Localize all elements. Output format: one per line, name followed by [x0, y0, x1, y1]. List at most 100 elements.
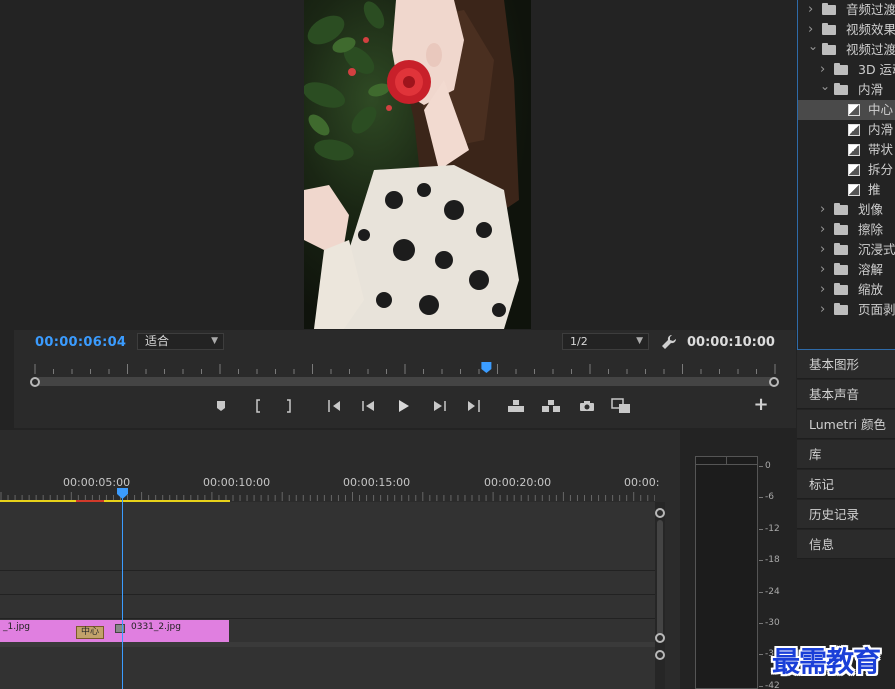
transport-controls — [210, 396, 640, 416]
chevron-right-icon[interactable]: › — [808, 0, 813, 20]
marker-icon — [217, 401, 225, 411]
timeline-ticks — [0, 492, 655, 502]
monitor-time-ruler[interactable] — [30, 360, 778, 377]
scrollbar-left-handle[interactable] — [30, 377, 40, 387]
folder-icon — [822, 23, 836, 35]
go-to-in-icon — [328, 400, 340, 412]
effects-tree-item-label: 带状 — [868, 142, 894, 157]
timeline-clip[interactable]: 0331_2.jpg — [111, 620, 229, 642]
lift-button[interactable] — [505, 396, 527, 416]
db-tick — [759, 591, 763, 593]
effects-tree-item[interactable]: 内滑 — [798, 120, 895, 140]
scrollbar-top-handle[interactable] — [655, 650, 665, 660]
effects-tree-item[interactable]: ⌄ 视频过渡 — [798, 40, 895, 60]
track-divider — [0, 642, 655, 647]
db-tick — [759, 466, 763, 467]
lift-icon — [508, 400, 524, 412]
go-to-in-button[interactable] — [324, 396, 346, 416]
folder-icon — [834, 283, 848, 295]
effects-tree-item-label: 溶解 — [858, 262, 884, 277]
effects-tree-item-label: 音频过渡 — [846, 2, 895, 17]
effects-tree-item-label: 内滑 — [868, 122, 894, 137]
chevron-right-icon[interactable]: › — [820, 240, 825, 260]
chevron-down-icon[interactable]: ⌄ — [820, 80, 830, 96]
effects-tree-item[interactable]: › 溶解 — [798, 260, 895, 280]
chevron-right-icon[interactable]: › — [820, 60, 825, 80]
video-frame[interactable] — [304, 0, 531, 329]
button-editor-add-button[interactable]: + — [752, 396, 770, 415]
effects-tree-item[interactable]: › 擦除 — [798, 220, 895, 240]
chevron-down-icon: ▼ — [211, 336, 218, 346]
add-marker-button[interactable] — [210, 396, 232, 416]
timeline-panel: 00:00:05:00 00:00:10:00 00:00:15:00 00:0… — [0, 430, 680, 689]
step-back-button[interactable] — [358, 396, 380, 416]
effects-tree-item[interactable]: › 划像 — [798, 200, 895, 220]
step-back-icon — [362, 401, 374, 411]
effects-tree-item[interactable]: ⌄ 内滑 — [798, 80, 895, 100]
clip-name: 0331_2.jpg — [131, 622, 181, 632]
effects-tree-item[interactable]: › 视频效果 — [798, 20, 895, 40]
panel-history[interactable]: 历史记录 — [797, 500, 895, 529]
panel-list: 基本图形 基本声音 Lumetri 颜色 库 标记 历史记录 信息 — [797, 350, 895, 689]
db-label: -24 — [765, 586, 780, 597]
panel-essential-graphics[interactable]: 基本图形 — [797, 350, 895, 379]
watermark: 最需教育 — [772, 645, 881, 678]
db-label: -6 — [765, 492, 774, 503]
panel-markers[interactable]: 标记 — [797, 470, 895, 499]
folder-icon — [834, 263, 848, 275]
timeline-vertical-scrollbar[interactable] — [657, 520, 663, 638]
effects-tree-item[interactable]: 推 — [798, 180, 895, 200]
transition-center[interactable]: 中心 — [76, 626, 104, 639]
effects-tree-item[interactable]: 中心 — [798, 100, 895, 120]
step-forward-button[interactable] — [428, 396, 450, 416]
scrollbar-right-handle[interactable] — [769, 377, 779, 387]
timeline-ruler[interactable]: 00:00:05:00 00:00:10:00 00:00:15:00 00:0… — [0, 430, 659, 502]
effects-tree-item[interactable]: › 缩放 — [798, 280, 895, 300]
timeline-tracks[interactable] — [0, 502, 655, 689]
chevron-down-icon[interactable]: ⌄ — [808, 40, 818, 56]
wrench-icon[interactable] — [661, 334, 677, 350]
current-timecode[interactable]: 00:00:06:04 — [35, 335, 126, 350]
effects-tree-item[interactable]: › 页面剥 — [798, 300, 895, 320]
effects-tree-item-label: 擦除 — [858, 222, 884, 237]
play-button[interactable] — [393, 396, 415, 416]
effects-tree-item[interactable]: 带状 — [798, 140, 895, 160]
effects-tree-item[interactable]: 拆分 — [798, 160, 895, 180]
effects-tree-item[interactable]: › 3D 运动 — [798, 60, 895, 80]
resolution-dropdown[interactable]: 1/2 ▼ — [562, 333, 649, 350]
timeline-playhead[interactable] — [117, 488, 128, 499]
panel-info[interactable]: 信息 — [797, 530, 895, 559]
panel-lumetri-color[interactable]: Lumetri 颜色 — [797, 410, 895, 439]
effects-tree-item[interactable]: › 沉浸式 — [798, 240, 895, 260]
db-label: -12 — [765, 523, 780, 534]
extract-button[interactable] — [540, 396, 562, 416]
effects-tree-item-label: 推 — [868, 182, 881, 197]
monitor-zoom-scrollbar[interactable] — [35, 377, 775, 386]
monitor-playhead[interactable] — [481, 362, 492, 373]
chevron-right-icon[interactable]: › — [820, 220, 825, 240]
folder-icon — [834, 303, 848, 315]
camera-icon — [580, 401, 594, 411]
scrollbar-top-handle[interactable] — [655, 508, 665, 518]
mark-out-icon — [287, 399, 291, 413]
export-frame-button[interactable] — [576, 396, 598, 416]
meter-divider — [726, 456, 727, 465]
fit-dropdown[interactable]: 适合 ▼ — [137, 333, 224, 350]
mark-in-button[interactable] — [247, 396, 269, 416]
chevron-right-icon[interactable]: › — [820, 280, 825, 300]
mark-out-button[interactable] — [278, 396, 300, 416]
chevron-right-icon[interactable]: › — [820, 200, 825, 220]
go-to-out-icon — [468, 400, 480, 412]
folder-icon — [834, 83, 848, 95]
panel-essential-sound[interactable]: 基本声音 — [797, 380, 895, 409]
chevron-right-icon[interactable]: › — [820, 300, 825, 320]
go-to-out-button[interactable] — [462, 396, 484, 416]
comparison-view-button[interactable] — [610, 396, 632, 416]
chevron-right-icon[interactable]: › — [820, 260, 825, 280]
chevron-right-icon[interactable]: › — [808, 20, 813, 40]
scrollbar-bottom-handle[interactable] — [655, 633, 665, 643]
panel-libraries[interactable]: 库 — [797, 440, 895, 469]
folder-icon — [834, 63, 848, 75]
fx-badge-icon — [115, 624, 125, 633]
effects-tree-item[interactable]: › 音频过渡 — [798, 0, 895, 20]
